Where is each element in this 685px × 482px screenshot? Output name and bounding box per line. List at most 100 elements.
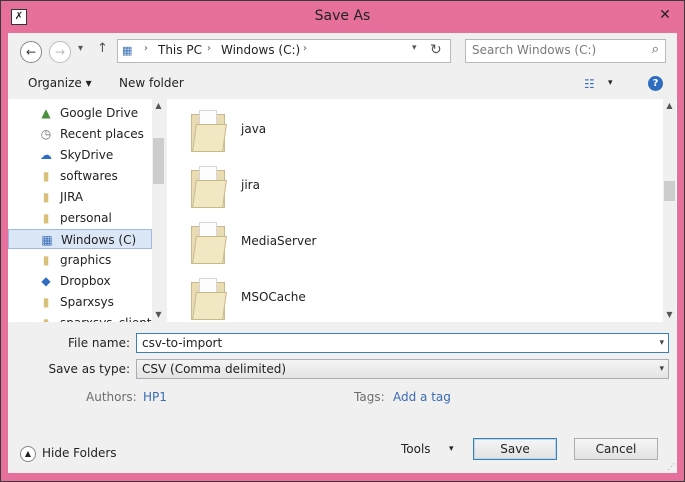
refresh-icon[interactable]: ↻ bbox=[430, 42, 442, 58]
sidebar-item[interactable]: ◆ Dropbox bbox=[8, 271, 152, 291]
sidebar-item-label: SkyDrive bbox=[60, 148, 114, 162]
scroll-up-arrow[interactable]: ▲ bbox=[663, 99, 676, 112]
breadcrumb-separator[interactable]: › bbox=[303, 43, 307, 54]
tags-label: Tags: bbox=[354, 390, 385, 404]
sidebar-item-label: JIRA bbox=[60, 190, 84, 204]
sidebar-item[interactable]: ▮ softwares bbox=[8, 166, 152, 186]
help-icon[interactable]: ? bbox=[648, 76, 663, 91]
sidebar-item[interactable]: ▮ graphics bbox=[8, 250, 152, 270]
breadcrumb-separator[interactable]: › bbox=[207, 43, 211, 54]
sidebar-item[interactable]: ▮ personal bbox=[8, 208, 152, 228]
folder-icon: ▮ bbox=[42, 190, 50, 204]
window-title: Save As bbox=[314, 8, 371, 24]
up-button[interactable]: ↑ bbox=[97, 41, 108, 56]
file-name: java bbox=[241, 122, 267, 136]
navigation-scrollbar[interactable]: ▲ ▼ bbox=[152, 99, 165, 322]
folder-icon: ▮ bbox=[42, 253, 50, 267]
forward-button[interactable]: → bbox=[49, 41, 71, 63]
save-button[interactable]: Save bbox=[473, 438, 557, 460]
search-icon[interactable]: ⌕ bbox=[652, 42, 659, 57]
sidebar-item-label: Recent places bbox=[60, 127, 144, 141]
breadcrumb-windows-c[interactable]: Windows (C:) bbox=[221, 43, 300, 57]
sidebar-item[interactable]: ▮ Sparxsys bbox=[8, 292, 152, 312]
sidebar-item[interactable]: ◷ Recent places bbox=[8, 124, 152, 144]
scroll-down-arrow[interactable]: ▼ bbox=[663, 308, 676, 321]
folder-icon: ▮ bbox=[42, 295, 50, 309]
organize-button[interactable]: Organize ▾ bbox=[28, 76, 92, 90]
scroll-up-arrow[interactable]: ▲ bbox=[152, 99, 165, 112]
sidebar-item-label: softwares bbox=[60, 169, 118, 183]
search-placeholder: Search Windows (C:) bbox=[472, 43, 597, 57]
skydrive-icon: ☁ bbox=[40, 148, 52, 162]
file-list-item[interactable]: MSOCache bbox=[167, 270, 663, 322]
sidebar-item[interactable]: ▲ Google Drive bbox=[8, 103, 152, 123]
change-view-icon[interactable]: ☷ bbox=[584, 77, 595, 91]
file-name: jira bbox=[241, 178, 260, 192]
recent-places-icon: ◷ bbox=[40, 127, 52, 141]
google-drive-icon: ▲ bbox=[41, 106, 51, 120]
file-name-label: File name: bbox=[68, 336, 130, 350]
file-list-pane: java jira MediaServer MSOCache ▲ ▼ bbox=[167, 99, 677, 322]
sidebar-item-label: Dropbox bbox=[60, 274, 111, 288]
sidebar-item-label: Google Drive bbox=[60, 106, 139, 120]
address-history-dropdown[interactable]: ▾ bbox=[412, 43, 417, 53]
sidebar-item[interactable]: ▮ JIRA bbox=[8, 187, 152, 207]
file-list-item[interactable]: jira bbox=[167, 158, 663, 214]
cancel-button[interactable]: Cancel bbox=[574, 438, 658, 460]
sidebar-item[interactable]: ▦ Windows (C) bbox=[8, 229, 152, 249]
drive-icon: ▦ bbox=[41, 233, 53, 247]
scroll-thumb[interactable] bbox=[664, 181, 675, 201]
sidebar-item-label: graphics bbox=[60, 253, 112, 267]
folder-icon bbox=[191, 110, 227, 152]
tools-button[interactable]: Tools bbox=[401, 442, 431, 456]
file-name: MediaServer bbox=[241, 234, 317, 248]
view-options-dropdown[interactable]: ▾ bbox=[608, 78, 613, 88]
dialog-body: ← → ▾ ↑ ▦ › This PC › Windows (C:) › ▾ ↻… bbox=[8, 33, 677, 473]
resize-grip[interactable]: ⋰ bbox=[667, 462, 675, 471]
folder-icon: ▮ bbox=[39, 316, 53, 322]
breadcrumb-separator[interactable]: › bbox=[144, 43, 148, 54]
search-input[interactable]: Search Windows (C:) ⌕ bbox=[465, 39, 666, 63]
navigation-bar: ← → ▾ ↑ ▦ › This PC › Windows (C:) › ▾ ↻… bbox=[8, 33, 677, 67]
organize-label: Organize bbox=[28, 76, 82, 90]
file-name-input[interactable]: csv-to-import ▾ bbox=[136, 333, 669, 353]
sidebar-item[interactable]: ▮ sparxsys_clients bbox=[8, 313, 158, 322]
command-bar: Organize ▾ New folder ☷ ▾ ? bbox=[8, 69, 677, 99]
chevron-up-icon: ▲ bbox=[20, 446, 36, 462]
file-name-value: csv-to-import bbox=[142, 336, 223, 350]
scroll-down-arrow[interactable]: ▼ bbox=[152, 308, 165, 321]
save-as-type-select[interactable]: CSV (Comma delimited) ▾ bbox=[136, 359, 669, 379]
navigation-pane: ▲ Google Drive ◷ Recent places ☁ SkyDrive ▮ sof… bbox=[8, 99, 165, 322]
folder-icon bbox=[191, 278, 227, 320]
recent-locations-dropdown[interactable]: ▾ bbox=[78, 43, 83, 54]
folder-icon bbox=[191, 222, 227, 264]
folder-icon: ▮ bbox=[42, 211, 50, 225]
file-name: MSOCache bbox=[241, 290, 306, 304]
tools-dropdown-icon[interactable]: ▾ bbox=[449, 444, 454, 454]
save-as-type-label: Save as type: bbox=[48, 362, 130, 376]
title-bar[interactable]: ✗ Save As ✕ bbox=[1, 1, 684, 33]
scroll-thumb[interactable] bbox=[153, 138, 164, 184]
file-list-item[interactable]: java bbox=[167, 102, 663, 158]
close-icon[interactable]: ✕ bbox=[656, 6, 674, 24]
add-tag-field[interactable]: Add a tag bbox=[393, 390, 451, 404]
file-list-item[interactable]: MediaServer bbox=[167, 214, 663, 270]
authors-value[interactable]: HP1 bbox=[143, 390, 167, 404]
file-name-dropdown[interactable]: ▾ bbox=[659, 338, 664, 348]
file-list-scrollbar[interactable]: ▲ ▼ bbox=[663, 99, 676, 322]
sidebar-item[interactable]: ☁ SkyDrive bbox=[8, 145, 152, 165]
back-button[interactable]: ← bbox=[20, 41, 42, 63]
folder-icon bbox=[191, 166, 227, 208]
sidebar-item-label: sparxsys_clients bbox=[60, 316, 158, 322]
dropbox-icon: ◆ bbox=[41, 274, 51, 288]
address-bar[interactable]: ▦ › This PC › Windows (C:) › ▾ ↻ bbox=[117, 39, 451, 63]
save-as-type-value: CSV (Comma delimited) bbox=[142, 362, 287, 376]
sidebar-item-label: personal bbox=[60, 211, 112, 225]
hide-folders-button[interactable]: ▲ Hide Folders bbox=[20, 444, 130, 464]
hide-folders-label: Hide Folders bbox=[42, 446, 117, 460]
breadcrumb-this-pc[interactable]: This PC bbox=[158, 43, 202, 57]
sidebar-item-label: Windows (C) bbox=[61, 233, 137, 247]
folder-icon: ▮ bbox=[42, 169, 50, 183]
sidebar-item-label: Sparxsys bbox=[60, 295, 114, 309]
new-folder-button[interactable]: New folder bbox=[119, 76, 184, 90]
